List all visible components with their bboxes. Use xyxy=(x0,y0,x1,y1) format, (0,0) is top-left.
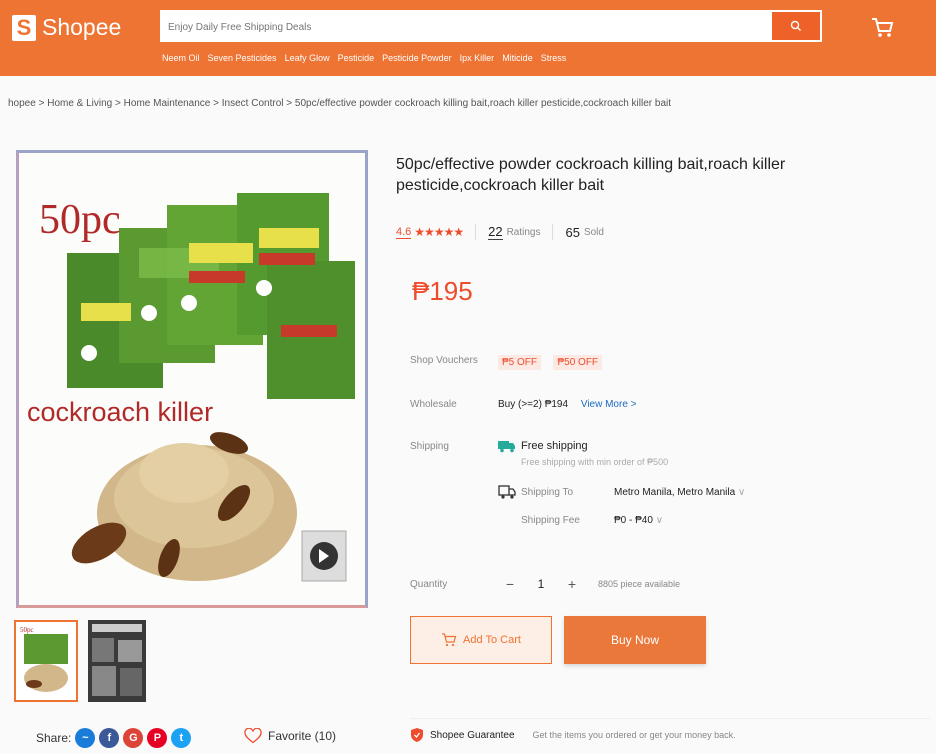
shipping-fee-label: Shipping Fee xyxy=(521,515,580,526)
cart-icon[interactable] xyxy=(868,14,896,40)
product-photo: 50pc cockroach killer xyxy=(19,153,365,605)
stock-available: 8805 piece available xyxy=(598,579,681,589)
chevron-right-icon: > xyxy=(286,98,295,109)
shipping-label: Shipping xyxy=(410,441,449,452)
favorite-label: Favorite (10) xyxy=(268,729,337,743)
view-more-link[interactable]: View More > xyxy=(581,399,637,410)
product-thumbnail[interactable] xyxy=(88,620,146,702)
chevron-right-icon: > xyxy=(38,98,48,109)
shopee-guarantee: Shopee Guarantee Get the items you order… xyxy=(410,718,930,743)
free-shipping-title: Free shipping xyxy=(521,440,588,452)
wholesale-info: Buy (>=2) ₱194 View More > xyxy=(498,399,637,410)
search-icon xyxy=(790,20,801,31)
chevron-right-icon: > xyxy=(115,98,124,109)
search-input[interactable] xyxy=(168,16,768,38)
breadcrumb: hopee > Home & Living > Home Maintenance… xyxy=(8,98,671,109)
shipping-fee-value[interactable]: ₱0 - ₱40 ∨ xyxy=(614,515,663,526)
search-button[interactable] xyxy=(772,12,820,40)
product-price: ₱195 xyxy=(412,276,473,306)
share-label: Share: xyxy=(36,731,72,745)
add-to-cart-label: Add To Cart xyxy=(463,634,521,646)
free-shipping-note: Free shipping with min order of ₱500 xyxy=(521,457,669,467)
voucher-tag[interactable]: ₱5 OFF xyxy=(498,355,542,370)
facebook-icon[interactable]: f xyxy=(99,728,120,748)
keyword-link[interactable]: Ipx Killer xyxy=(460,53,495,63)
rating-row: 4.6 ★★★★★ 22 Ratings 65 Sold xyxy=(396,224,604,240)
pinterest-icon[interactable]: P xyxy=(147,728,168,748)
keyword-link[interactable]: Stress xyxy=(541,53,567,63)
keyword-link[interactable]: Pesticide Powder xyxy=(382,53,452,63)
shipping-to-value[interactable]: Metro Manila, Metro Manila ∨ xyxy=(614,487,745,498)
image-caption-mid: cockroach killer xyxy=(27,397,213,427)
product-thumbnail[interactable]: 50pc xyxy=(14,620,78,702)
keyword-link[interactable]: Miticide xyxy=(502,53,533,63)
quantity-stepper: − 1 + xyxy=(496,570,586,598)
favorite-button[interactable]: Favorite (10) xyxy=(244,728,336,744)
header-bar: S Shopee Neem Oil Seven Pesticides Leafy… xyxy=(0,0,936,76)
voucher-list: ₱5 OFF ₱50 OFF xyxy=(498,352,610,370)
free-shipping: Free shipping xyxy=(498,439,588,453)
shipping-to-label: Shipping To xyxy=(521,487,574,498)
chevron-right-icon: > xyxy=(213,98,222,109)
wholesale-value: Buy (>=2) ₱194 xyxy=(498,399,569,410)
google-plus-icon[interactable]: G xyxy=(123,728,144,748)
breadcrumb-item[interactable]: hopee xyxy=(8,98,36,109)
breadcrumb-item[interactable]: Home Maintenance xyxy=(124,98,211,109)
logo-mark: S xyxy=(12,14,36,41)
buy-now-button[interactable]: Buy Now xyxy=(564,616,706,664)
voucher-tag[interactable]: ₱50 OFF xyxy=(553,355,603,370)
shopee-logo[interactable]: S Shopee xyxy=(12,14,121,41)
quantity-label: Quantity xyxy=(410,579,448,590)
price-box: ₱195 xyxy=(396,262,816,322)
guarantee-text: Get the items you ordered or get your mo… xyxy=(532,730,736,740)
add-to-cart-button[interactable]: Add To Cart xyxy=(410,616,552,664)
quantity-increase-button[interactable]: + xyxy=(558,570,586,598)
shield-icon xyxy=(411,728,423,742)
rating-value[interactable]: 4.6 xyxy=(396,226,412,239)
breadcrumb-current: 50pc/effective powder cockroach killing … xyxy=(294,98,671,109)
guarantee-title: Shopee Guarantee xyxy=(430,729,515,741)
keyword-link[interactable]: Neem Oil xyxy=(162,53,200,63)
wholesale-label: Wholesale xyxy=(410,399,457,410)
chevron-down-icon: ∨ xyxy=(737,487,746,498)
divider xyxy=(475,224,477,240)
keyword-link[interactable]: Pesticide xyxy=(338,53,375,63)
free-shipping-icon xyxy=(498,441,515,453)
product-page: S Shopee Neem Oil Seven Pesticides Leafy… xyxy=(0,0,936,754)
product-main-image[interactable]: 50pc cockroach killer xyxy=(16,150,368,608)
breadcrumb-item[interactable]: Home & Living xyxy=(47,98,112,109)
messenger-icon[interactable]: ~ xyxy=(75,728,96,748)
quantity-decrease-button[interactable]: − xyxy=(496,570,524,598)
search-box xyxy=(160,10,822,42)
rating-stars: ★★★★★ xyxy=(414,225,464,239)
heart-icon xyxy=(244,728,262,744)
svg-text:50pc: 50pc xyxy=(20,626,34,634)
product-title: 50pc/effective powder cockroach killing … xyxy=(396,156,786,194)
divider xyxy=(552,224,554,240)
share-row: Share: ~ f G P t xyxy=(36,728,192,748)
vouchers-label: Shop Vouchers xyxy=(410,355,478,366)
truck-icon xyxy=(498,485,516,499)
sold-count: 65 xyxy=(565,224,580,240)
sold-label: Sold xyxy=(583,226,604,238)
ratings-count[interactable]: 22 xyxy=(488,224,503,240)
logo-text: Shopee xyxy=(42,14,122,40)
keyword-link[interactable]: Leafy Glow xyxy=(285,53,330,63)
shipping-to-text: Metro Manila, Metro Manila xyxy=(614,487,736,498)
image-caption-top: 50pc xyxy=(39,197,121,243)
quantity-input[interactable]: 1 xyxy=(524,570,558,598)
search-keywords: Neem Oil Seven Pesticides Leafy Glow Pes… xyxy=(162,53,566,63)
ratings-label: Ratings xyxy=(506,226,541,238)
breadcrumb-item[interactable]: Insect Control xyxy=(222,98,284,109)
keyword-link[interactable]: Seven Pesticides xyxy=(208,53,277,63)
chevron-down-icon: ∨ xyxy=(655,515,664,526)
shipping-fee-text: ₱0 - ₱40 xyxy=(614,515,653,526)
twitter-icon[interactable]: t xyxy=(171,728,192,748)
add-cart-icon xyxy=(442,633,457,647)
